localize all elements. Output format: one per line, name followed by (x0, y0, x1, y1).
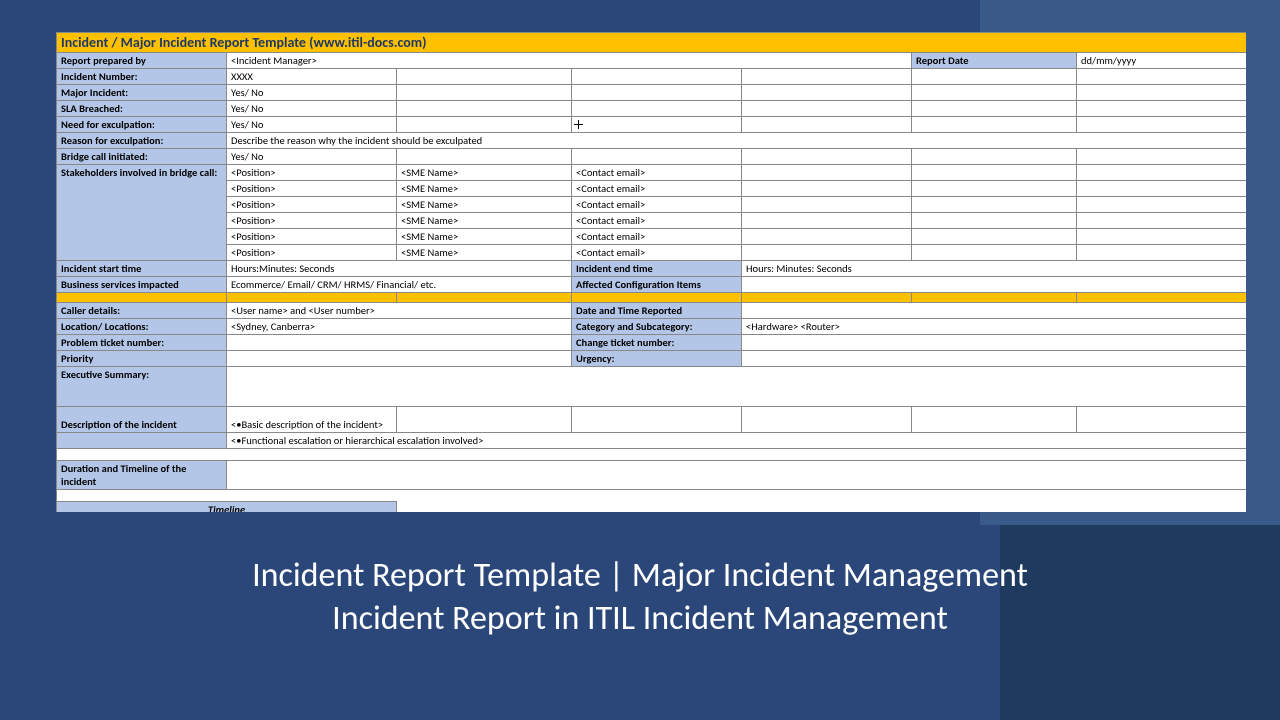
caption-line2: Incident Report in ITIL Incident Managem… (0, 598, 1280, 641)
val-prepared-by[interactable]: <Incident Manager> (227, 53, 912, 69)
slide-caption: Incident Report Template | Major Inciden… (0, 555, 1280, 640)
val-reason-exculpation[interactable]: Describe the reason why the incident sho… (227, 133, 1247, 149)
val-category[interactable]: <Hardware> <Router> (742, 319, 1247, 335)
label-stakeholders: Stakeholders involved in bridge call: (57, 165, 227, 261)
incident-table: Incident / Major Incident Report Templat… (56, 32, 1246, 512)
label-description: Description of the incident (57, 407, 227, 433)
stake-pos[interactable]: <Position> (227, 165, 397, 181)
label-problem-ticket: Problem ticket number: (57, 335, 227, 351)
val-business-services[interactable]: Ecommerce/ Email/ CRM/ HRMS/ Financial/ … (227, 277, 572, 293)
label-locations: Location/ Locations: (57, 319, 227, 335)
val-major-incident[interactable]: Yes/ No (227, 85, 397, 101)
label-incident-number: Incident Number: (57, 69, 227, 85)
label-prepared-by: Report prepared by (57, 53, 227, 69)
timeline-header: Timeline (57, 502, 397, 513)
title-cell: Incident / Major Incident Report Templat… (57, 33, 1247, 53)
label-duration-timeline: Duration and Timeline of the incident (57, 461, 227, 490)
label-urgency: Urgency: (572, 351, 742, 367)
label-report-date: Report Date (912, 53, 1077, 69)
label-business-services: Business services impacted (57, 277, 227, 293)
label-executive-summary: Executive Summary: (57, 367, 227, 407)
caption-line1: Incident Report Template | Major Inciden… (0, 555, 1280, 598)
val-executive-summary[interactable] (227, 367, 1247, 407)
label-need-exculpation: Need for exculpation: (57, 117, 227, 133)
val-end-time[interactable]: Hours: Minutes: Seconds (742, 261, 1247, 277)
label-reason-exculpation: Reason for exculpation: (57, 133, 227, 149)
val-sla-breached[interactable]: Yes/ No (227, 101, 397, 117)
label-caller-details: Caller details: (57, 303, 227, 319)
label-end-time: Incident end time (572, 261, 742, 277)
val-start-time[interactable]: Hours:Minutes: Seconds (227, 261, 572, 277)
stake-sme[interactable]: <SME Name> (397, 165, 572, 181)
val-description2[interactable]: <•Functional escalation or hierarchical … (227, 433, 1247, 449)
label-affected-ci: Affected Configuration Items (572, 277, 742, 293)
val-description[interactable]: <•Basic description of the incident> (227, 407, 397, 433)
label-category: Category and Subcategory: (572, 319, 742, 335)
label-sla-breached: SLA Breached: (57, 101, 227, 117)
stake-email[interactable]: <Contact email> (572, 165, 742, 181)
label-date-time-reported: Date and Time Reported (572, 303, 742, 319)
label-change-ticket: Change ticket number: (572, 335, 742, 351)
label-major-incident: Major Incident: (57, 85, 227, 101)
val-report-date[interactable]: dd/mm/yyyy (1077, 53, 1247, 69)
label-start-time: Incident start time (57, 261, 227, 277)
val-incident-number[interactable]: XXXX (227, 69, 397, 85)
val-need-exculpation[interactable]: Yes/ No (227, 117, 397, 133)
val-locations[interactable]: <Sydney, Canberra> (227, 319, 572, 335)
spreadsheet-template: Incident / Major Incident Report Templat… (56, 32, 1246, 512)
val-bridge-call[interactable]: Yes/ No (227, 149, 397, 165)
val-caller-details[interactable]: <User name> and <User number> (227, 303, 572, 319)
label-bridge-call: Bridge call initiated: (57, 149, 227, 165)
label-priority: Priority (57, 351, 227, 367)
